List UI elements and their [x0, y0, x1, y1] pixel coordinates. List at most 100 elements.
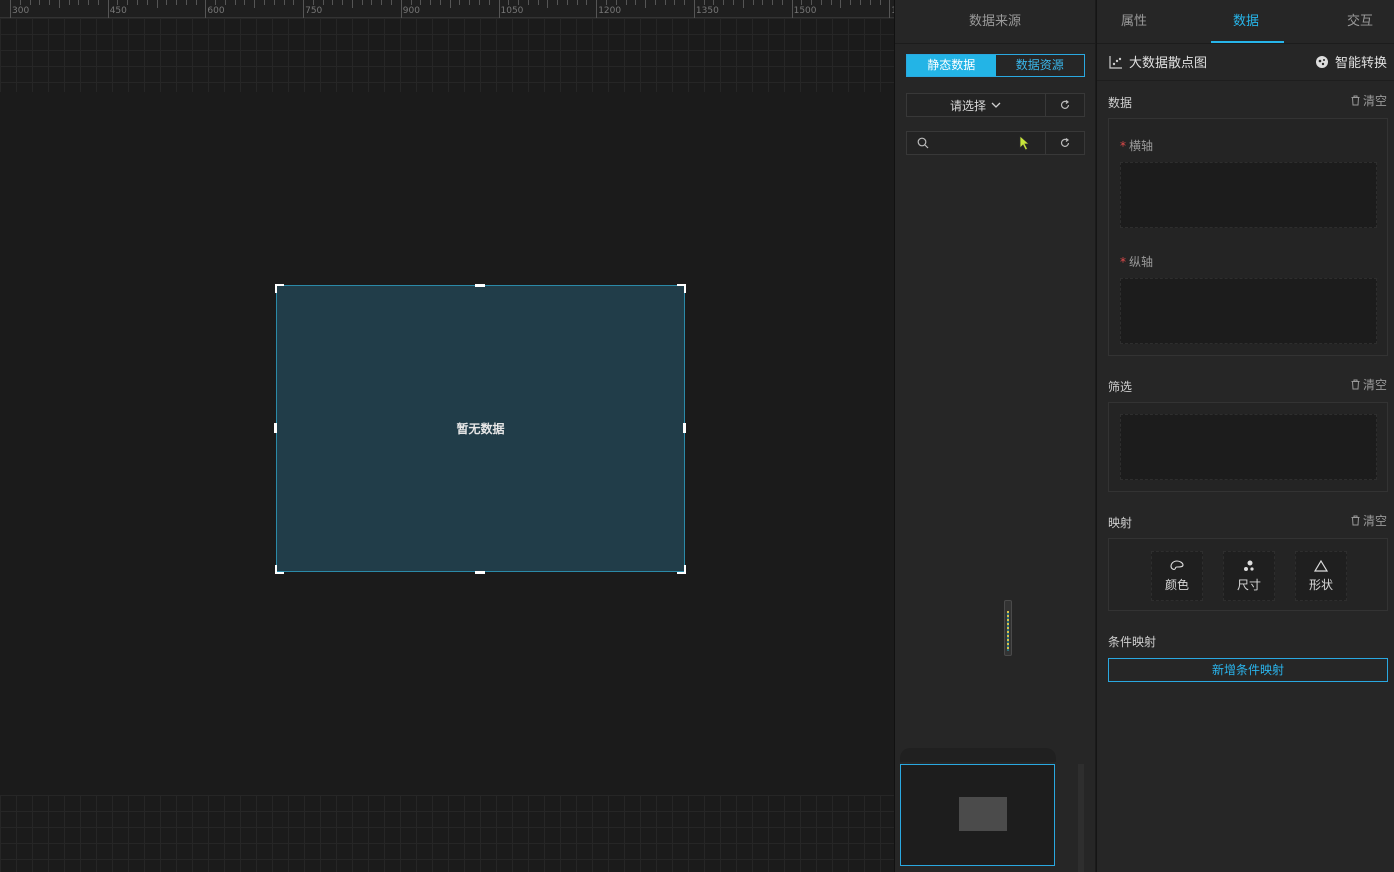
resize-handle-left[interactable]: [274, 423, 277, 433]
map-shape-button[interactable]: 形状: [1295, 551, 1347, 601]
resize-handle-top-right[interactable]: [677, 284, 686, 293]
ruler-tick: [273, 0, 275, 5]
ruler-tick: [537, 0, 539, 5]
ruler-tick: [332, 0, 334, 5]
ruler-tick: [371, 0, 373, 5]
ruler-tick: [762, 0, 764, 5]
resource-select-value: 请选择: [949, 98, 986, 113]
ruler-tick: [430, 0, 432, 5]
zoom-slider[interactable]: [1004, 600, 1012, 656]
ruler-tick-label: 450: [109, 6, 127, 16]
ruler-tick: [215, 0, 217, 5]
divider: [1097, 80, 1394, 81]
ruler-tick: [117, 0, 119, 5]
scatter-chart-icon: [1109, 55, 1122, 69]
ruler-tick: [752, 0, 754, 5]
x-axis-dropzone[interactable]: [1120, 162, 1377, 228]
ruler-tick: [742, 0, 744, 8]
map-size-button[interactable]: 尺寸: [1223, 551, 1275, 601]
ruler-tick: [449, 0, 451, 8]
ruler-tick: [156, 0, 158, 8]
resource-select[interactable]: 请选择: [907, 94, 1046, 116]
ruler-tick: [400, 0, 402, 18]
ruler-tick-label: 1050: [500, 6, 524, 16]
mapping-frame: 颜色 尺寸 形状: [1108, 538, 1388, 611]
ruler-tick: [586, 0, 588, 5]
ruler-tick: [615, 0, 617, 5]
ruler-tick: [830, 0, 832, 5]
filter-dropzone[interactable]: [1120, 414, 1377, 480]
resize-handle-bottom-right[interactable]: [677, 565, 686, 574]
refresh-icon: [1060, 138, 1070, 147]
mapping-section-label: 映射: [1108, 516, 1133, 530]
canvas-grid-top: [0, 18, 894, 92]
scatter-chart-component[interactable]: 暂无数据: [276, 285, 685, 572]
tab-interaction[interactable]: 交互: [1347, 0, 1373, 44]
dots-icon: [1244, 560, 1254, 571]
ruler-tick: [869, 0, 871, 5]
resize-handle-top[interactable]: [475, 284, 485, 287]
segment-data-resource[interactable]: 数据资源: [996, 55, 1085, 76]
smart-convert-button[interactable]: 智能转换: [1315, 52, 1387, 71]
y-axis-dropzone[interactable]: [1120, 278, 1377, 344]
ruler-tick: [703, 0, 705, 5]
ruler-tick: [283, 0, 285, 5]
ruler-tick: [166, 0, 168, 5]
map-color-button[interactable]: 颜色: [1151, 551, 1203, 601]
clear-mapping-button[interactable]: 清空: [1350, 512, 1387, 529]
ruler-tick: [58, 0, 60, 8]
ruler-tick: [478, 0, 480, 5]
ruler-tick-label: 600: [207, 6, 225, 16]
ruler-tick: [10, 0, 11, 18]
minimap-scrollbar[interactable]: [1078, 764, 1084, 872]
segment-static-data[interactable]: 静态数据: [907, 55, 996, 76]
tab-data[interactable]: 数据: [1233, 0, 1259, 44]
x-axis-label: * 横轴: [1120, 139, 1154, 153]
ruler-tick-label: 900: [402, 6, 420, 16]
ruler-tick: [811, 0, 813, 5]
refresh-select-button[interactable]: [1046, 94, 1084, 116]
ruler-tick: [527, 0, 529, 5]
ruler-tick: [439, 0, 441, 5]
ruler-tick: [674, 0, 676, 5]
ruler-tick: [791, 0, 793, 18]
ruler-tick: [664, 0, 666, 5]
trash-icon: [1351, 515, 1360, 526]
config-panel: 属性 数据 交互 大数据散点图 智能转换 数据 清空 * 横轴 * 纵轴 筛选 清空…: [1096, 0, 1394, 872]
ruler-tick: [88, 0, 90, 5]
minimap-viewport[interactable]: [959, 797, 1007, 831]
minimap[interactable]: [900, 764, 1055, 866]
ruler-tick: [518, 0, 520, 5]
ruler-tick: [859, 0, 861, 5]
ruler-tick: [459, 0, 461, 5]
data-type-segmented[interactable]: 静态数据 数据资源: [906, 54, 1085, 77]
triangle-icon: [1314, 559, 1328, 572]
ruler-tick: [723, 0, 725, 5]
config-tabs: 属性 数据 交互: [1097, 0, 1394, 44]
clear-filter-button[interactable]: 清空: [1350, 376, 1387, 393]
resize-handle-right[interactable]: [683, 423, 686, 433]
clear-data-button[interactable]: 清空: [1350, 92, 1387, 109]
search-input[interactable]: [907, 132, 1046, 154]
resize-handle-top-left[interactable]: [275, 284, 284, 293]
resize-handle-bottom-left[interactable]: [275, 565, 284, 574]
filter-section-label: 筛选: [1108, 380, 1133, 394]
resize-handle-bottom[interactable]: [475, 571, 485, 574]
map-size-label: 尺寸: [1236, 577, 1261, 592]
add-condition-mapping-button[interactable]: 新增条件映射: [1108, 658, 1388, 682]
ruler-tick: [889, 0, 891, 18]
ruler-tick: [205, 0, 207, 18]
ruler-tick: [322, 0, 324, 5]
ruler-tick: [625, 0, 627, 5]
design-canvas[interactable]: 30045060075090010501200135015001 暂无数据: [0, 0, 894, 872]
ruler-tick: [39, 0, 41, 5]
trash-icon: [1351, 95, 1360, 106]
ruler-tick: [29, 0, 31, 5]
ruler-tick: [254, 0, 256, 8]
map-color-label: 颜色: [1164, 577, 1189, 592]
palette-icon: [1170, 559, 1184, 570]
ruler-tick: [820, 0, 822, 5]
refresh-search-button[interactable]: [1046, 132, 1084, 154]
tab-properties[interactable]: 属性: [1121, 0, 1147, 44]
clear-filter-label: 清空: [1362, 378, 1387, 392]
